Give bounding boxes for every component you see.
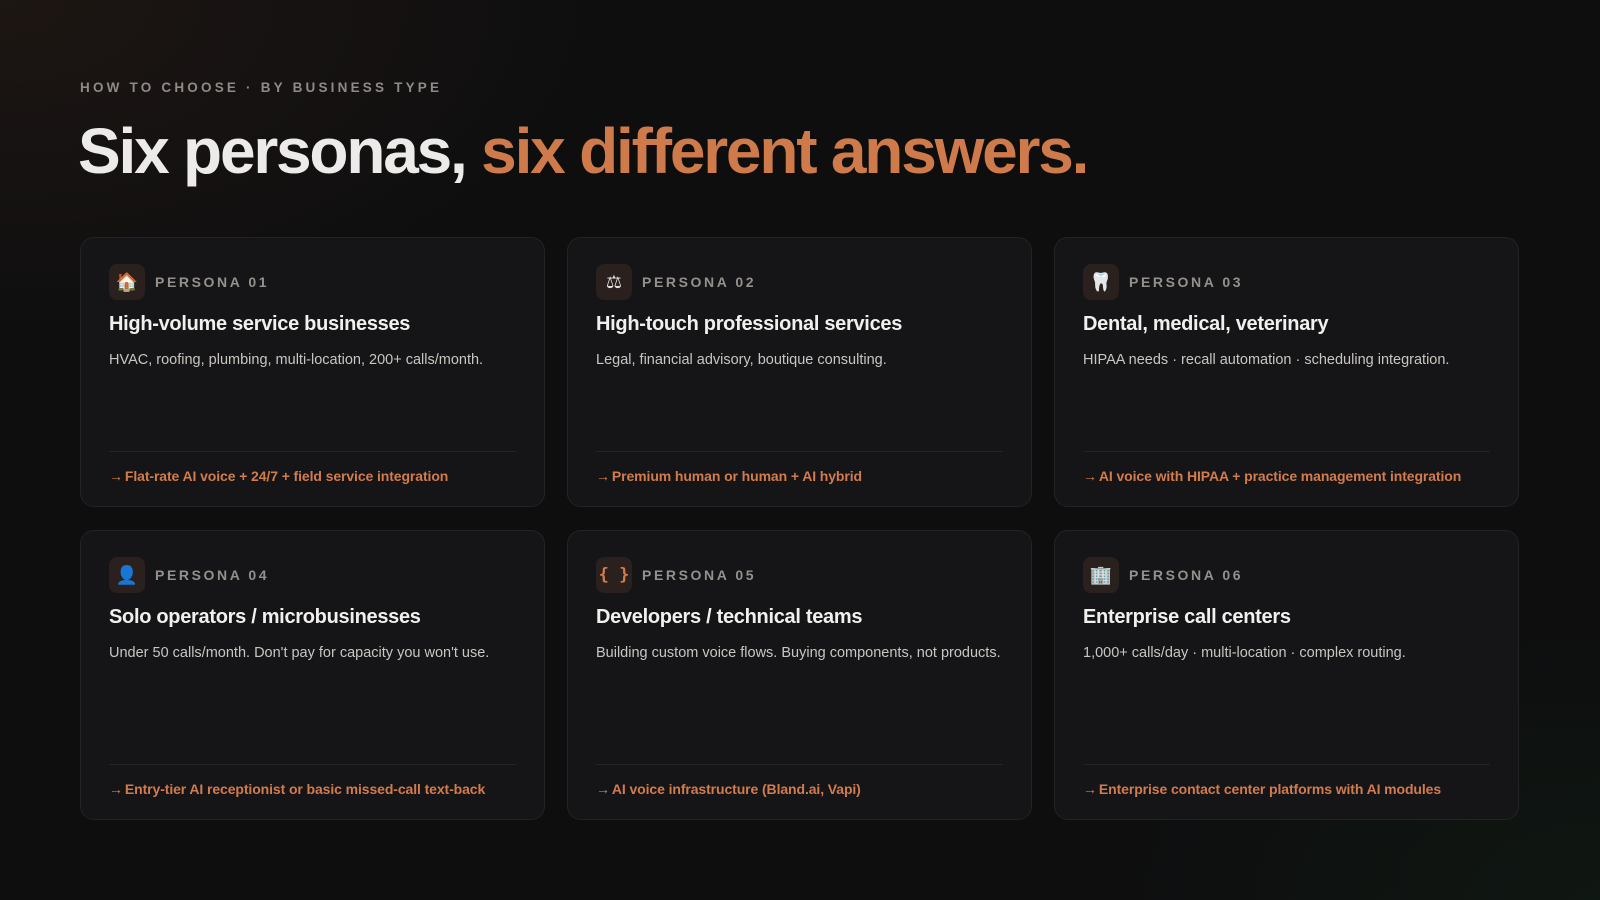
persona-grid: 🏠 PERSONA 01 High-volume service busines… xyxy=(80,237,1520,820)
persona-title: High-touch professional services xyxy=(596,313,903,335)
persona-recommendation: → Premium human or human + AI hybrid xyxy=(596,451,1003,506)
persona-label: PERSONA 06 xyxy=(1129,567,1244,583)
persona-card-header: ⚖ PERSONA 02 xyxy=(596,264,1003,300)
persona-description: HIPAA needs · recall automation · schedu… xyxy=(1083,352,1450,368)
recommendation-text: Entry-tier AI receptionist or basic miss… xyxy=(124,781,486,797)
persona-recommendation: → AI voice infrastructure (Bland.ai, Vapi… xyxy=(596,764,1003,819)
arrow-right-icon: → xyxy=(109,468,123,484)
persona-recommendation: → Flat-rate AI voice + 24/7 + field servi… xyxy=(109,451,516,506)
code-braces-icon: { } xyxy=(596,557,632,593)
persona-description: Building custom voice flows. Buying comp… xyxy=(596,645,1001,661)
recommendation-text: AI voice infrastructure (Bland.ai, Vapi) xyxy=(611,781,861,797)
persona-title: Dental, medical, veterinary xyxy=(1083,313,1329,335)
persona-card-01: 🏠 PERSONA 01 High-volume service busines… xyxy=(80,237,545,507)
persona-card-03: 🦷 PERSONA 03 Dental, medical, veterinary… xyxy=(1054,237,1519,507)
arrow-right-icon: → xyxy=(109,781,123,797)
persona-card-05: { } PERSONA 05 Developers / technical te… xyxy=(567,530,1032,820)
persona-card-04: 👤 PERSONA 04 Solo operators / microbusin… xyxy=(80,530,545,820)
persona-description: Under 50 calls/month. Don't pay for capa… xyxy=(109,645,490,661)
persona-card-header: 🏢 PERSONA 06 xyxy=(1083,557,1490,593)
persona-label: PERSONA 05 xyxy=(642,567,757,583)
person-icon: 👤 xyxy=(109,557,145,593)
persona-title: Developers / technical teams xyxy=(596,606,863,628)
scales-icon: ⚖ xyxy=(596,264,632,300)
persona-label: PERSONA 02 xyxy=(642,274,757,290)
persona-card-header: { } PERSONA 05 xyxy=(596,557,1003,593)
arrow-right-icon: → xyxy=(596,468,610,484)
persona-card-02: ⚖ PERSONA 02 High-touch professional ser… xyxy=(567,237,1032,507)
persona-description: Legal, financial advisory, boutique cons… xyxy=(596,352,887,368)
persona-card-header: 🏠 PERSONA 01 xyxy=(109,264,516,300)
page-title: Six personas, six different answers. xyxy=(78,115,1089,187)
persona-title: Enterprise call centers xyxy=(1083,606,1291,628)
persona-description: HVAC, roofing, plumbing, multi-location,… xyxy=(109,352,484,368)
persona-label: PERSONA 03 xyxy=(1129,274,1244,290)
persona-recommendation: → Enterprise contact center platforms wit… xyxy=(1083,764,1490,819)
recommendation-text: AI voice with HIPAA + practice managemen… xyxy=(1098,468,1462,484)
office-building-icon: 🏢 xyxy=(1083,557,1119,593)
persona-recommendation: → Entry-tier AI receptionist or basic mis… xyxy=(109,764,516,819)
recommendation-text: Flat-rate AI voice + 24/7 + field servic… xyxy=(124,468,449,484)
arrow-right-icon: → xyxy=(1083,781,1097,797)
persona-label: PERSONA 04 xyxy=(155,567,270,583)
title-part-main: Six personas, xyxy=(78,115,482,187)
persona-title: Solo operators / microbusinesses xyxy=(109,606,421,628)
title-part-accent: six different answers. xyxy=(481,115,1089,187)
persona-title: High-volume service businesses xyxy=(109,313,411,335)
persona-card-header: 🦷 PERSONA 03 xyxy=(1083,264,1490,300)
arrow-right-icon: → xyxy=(1083,468,1097,484)
persona-card-06: 🏢 PERSONA 06 Enterprise call centers 1,0… xyxy=(1054,530,1519,820)
persona-card-header: 👤 PERSONA 04 xyxy=(109,557,516,593)
persona-label: PERSONA 01 xyxy=(155,274,270,290)
recommendation-text: Premium human or human + AI hybrid xyxy=(611,468,862,484)
persona-recommendation: → AI voice with HIPAA + practice manageme… xyxy=(1083,451,1490,506)
tooth-icon: 🦷 xyxy=(1083,264,1119,300)
house-icon: 🏠 xyxy=(109,264,145,300)
arrow-right-icon: → xyxy=(596,781,610,797)
persona-description: 1,000+ calls/day · multi-location · comp… xyxy=(1083,645,1406,661)
section-eyebrow: HOW TO CHOOSE · BY BUSINESS TYPE xyxy=(80,80,443,95)
recommendation-text: Enterprise contact center platforms with… xyxy=(1098,781,1442,797)
